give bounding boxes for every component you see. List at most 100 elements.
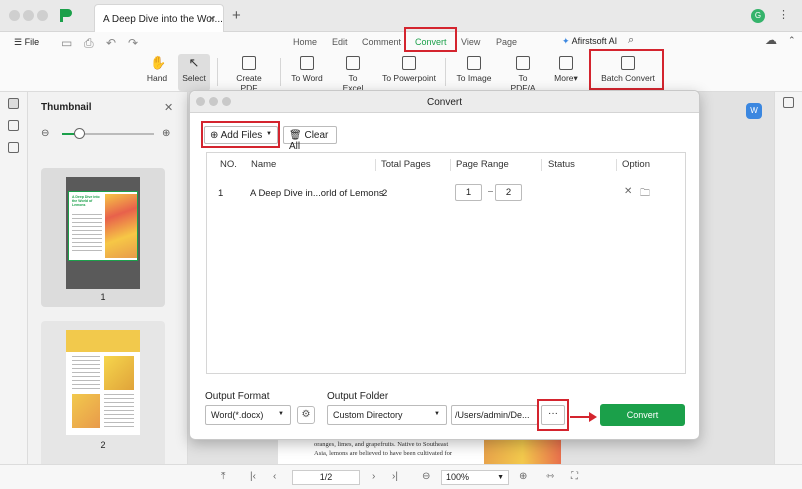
title-bar: A Deep Dive into the Wor... × + G ⋮ — [0, 0, 802, 32]
clear-all-button[interactable]: 🗑 Clear All — [283, 126, 337, 152]
toolbar-divider — [217, 58, 218, 86]
excel-file-icon — [346, 56, 360, 70]
column-header-no: NO. — [220, 159, 237, 170]
document-image — [484, 440, 561, 464]
format-settings-button[interactable]: ⚙ — [297, 406, 315, 424]
page-2-text-lines — [72, 356, 100, 390]
collapse-toolbar-icon[interactable]: ⌃ — [788, 35, 796, 46]
properties-panel-icon[interactable] — [783, 97, 794, 108]
ai-assistant-button[interactable]: ✦ Afirstsoft AI — [562, 36, 617, 47]
undo-icon[interactable]: ↶ — [106, 36, 116, 50]
tab-home[interactable]: Home — [293, 37, 317, 47]
tab-page[interactable]: Page — [496, 37, 517, 47]
output-folder-select[interactable]: Custom Directory ▼ — [327, 405, 447, 425]
open-folder-icon[interactable]: 🗀 — [640, 186, 650, 203]
thumbnail-page-1[interactable]: A Deep Dive into the World of Lemons 1 — [41, 168, 165, 307]
thumbnail-page-number: 1 — [100, 292, 106, 302]
page-2-yellow-banner — [66, 330, 140, 352]
sidebar-title: Thumbnail — [41, 102, 92, 113]
hand-label: Hand — [146, 73, 168, 83]
zoom-in-icon[interactable]: ⊕ — [519, 471, 527, 482]
to-pdfa-button[interactable]: To PDF/A — [505, 54, 541, 93]
convert-button[interactable]: Convert — [600, 404, 685, 426]
page-1-fruit-image — [105, 194, 137, 258]
close-window-button[interactable] — [9, 10, 20, 21]
cursor-icon: ↖ — [188, 55, 200, 70]
select-tool-button[interactable]: ↖ Select — [181, 54, 207, 83]
dialog-title-bar: Convert — [190, 91, 699, 113]
page-number-input[interactable]: 1/2 — [292, 470, 360, 485]
to-excel-button[interactable]: To Excel — [337, 54, 369, 93]
remove-file-icon[interactable]: ✕ — [624, 186, 632, 197]
thumbnail-panel-icon[interactable] — [8, 98, 19, 109]
fit-page-icon[interactable]: ⛶ — [571, 471, 578, 482]
more-menu-icon[interactable]: ⋮ — [778, 8, 790, 21]
close-tab-icon[interactable]: × — [209, 13, 215, 25]
row-number: 1 — [218, 188, 224, 199]
print-icon[interactable]: ⎙ — [84, 36, 94, 51]
output-path-field[interactable]: /Users/admin/De... — [451, 405, 538, 425]
last-page-icon[interactable]: ›| — [392, 471, 398, 482]
document-text: oranges, limes, and grapefruits. Native … — [314, 440, 484, 458]
to-word-button[interactable]: To Word — [290, 54, 324, 83]
zoom-level-value: 100% — [446, 472, 470, 482]
fit-top-icon[interactable]: ⤒ — [221, 471, 225, 482]
output-format-select[interactable]: Word(*.docx) ▼ — [205, 405, 291, 425]
browse-button-highlight — [537, 399, 569, 431]
minimize-window-button[interactable] — [23, 10, 34, 21]
thumbnail-page-number: 2 — [100, 440, 106, 450]
page-range-from-input[interactable]: 1 — [455, 184, 482, 201]
comment-panel-icon[interactable] — [8, 142, 19, 153]
column-header-name: Name — [251, 159, 277, 170]
tab-comment[interactable]: Comment — [362, 37, 401, 47]
page-2-text-lines-2 — [104, 394, 134, 428]
user-avatar[interactable]: G — [751, 9, 765, 23]
to-powerpoint-button[interactable]: To Powerpoint — [382, 54, 436, 83]
search-icon[interactable]: ⌕ — [628, 34, 634, 47]
column-divider — [450, 159, 451, 171]
next-page-icon[interactable]: › — [372, 471, 375, 482]
page-2-preview — [66, 330, 140, 435]
zoom-level-select[interactable]: 100% ▼ — [441, 470, 509, 485]
create-pdf-icon — [242, 56, 256, 70]
page-range-to-input[interactable]: 2 — [495, 184, 522, 201]
ai-sparkle-icon: ✦ — [562, 36, 570, 46]
tab-edit[interactable]: Edit — [332, 37, 348, 47]
new-tab-button[interactable]: + — [232, 7, 241, 24]
more-formats-button[interactable]: More▾ — [552, 54, 580, 84]
redo-icon[interactable]: ↷ — [128, 36, 138, 50]
output-folder-value: Custom Directory — [333, 410, 403, 420]
toolbar-divider — [445, 58, 446, 86]
more-formats-icon — [559, 56, 573, 70]
fit-width-icon[interactable]: ⇿ — [546, 471, 554, 482]
previous-page-icon[interactable]: ‹ — [273, 471, 276, 482]
hand-tool-button[interactable]: ✋ Hand — [146, 54, 168, 83]
zoom-out-icon[interactable]: ⊖ — [422, 471, 430, 482]
zoom-in-icon[interactable]: ⊕ — [162, 128, 170, 139]
save-icon[interactable]: ▭ — [61, 36, 72, 50]
output-format-label: Output Format — [205, 391, 270, 402]
cloud-upload-icon[interactable]: ☁ — [765, 33, 777, 47]
thumbnail-sidebar: Thumbnail ✕ ⊖ ⊕ A Deep Dive into the Wor… — [28, 92, 188, 489]
word-shortcut-icon[interactable]: W — [746, 103, 762, 119]
column-divider — [541, 159, 542, 171]
document-tab-title: A Deep Dive into the Wor... — [103, 14, 223, 25]
convert-tab-highlight — [404, 27, 457, 52]
slider-handle[interactable] — [74, 128, 86, 139]
first-page-icon[interactable]: |‹ — [250, 471, 256, 482]
zoom-out-icon[interactable]: ⊖ — [41, 128, 49, 139]
column-divider — [616, 159, 617, 171]
file-table: NO. Name Total Pages Page Range Status O… — [206, 152, 686, 374]
close-sidebar-icon[interactable]: ✕ — [164, 101, 173, 114]
document-tab[interactable]: A Deep Dive into the Wor... × — [94, 4, 224, 32]
to-image-button[interactable]: To Image — [456, 54, 492, 83]
powerpoint-file-icon — [402, 56, 416, 70]
bookmark-panel-icon[interactable] — [8, 120, 19, 131]
document-text-line: oranges, limes, and grapefruits. Native … — [314, 441, 449, 448]
thumbnail-page-2[interactable]: 2 — [41, 321, 165, 471]
tab-view[interactable]: View — [461, 37, 480, 47]
maximize-window-button[interactable] — [37, 10, 48, 21]
create-pdf-button[interactable]: Create PDF — [227, 54, 271, 93]
convert-dialog: Convert ⊕ Add Files ▼ 🗑 Clear All NO. Na… — [189, 90, 700, 440]
file-menu-button[interactable]: ☰ File — [14, 37, 39, 48]
